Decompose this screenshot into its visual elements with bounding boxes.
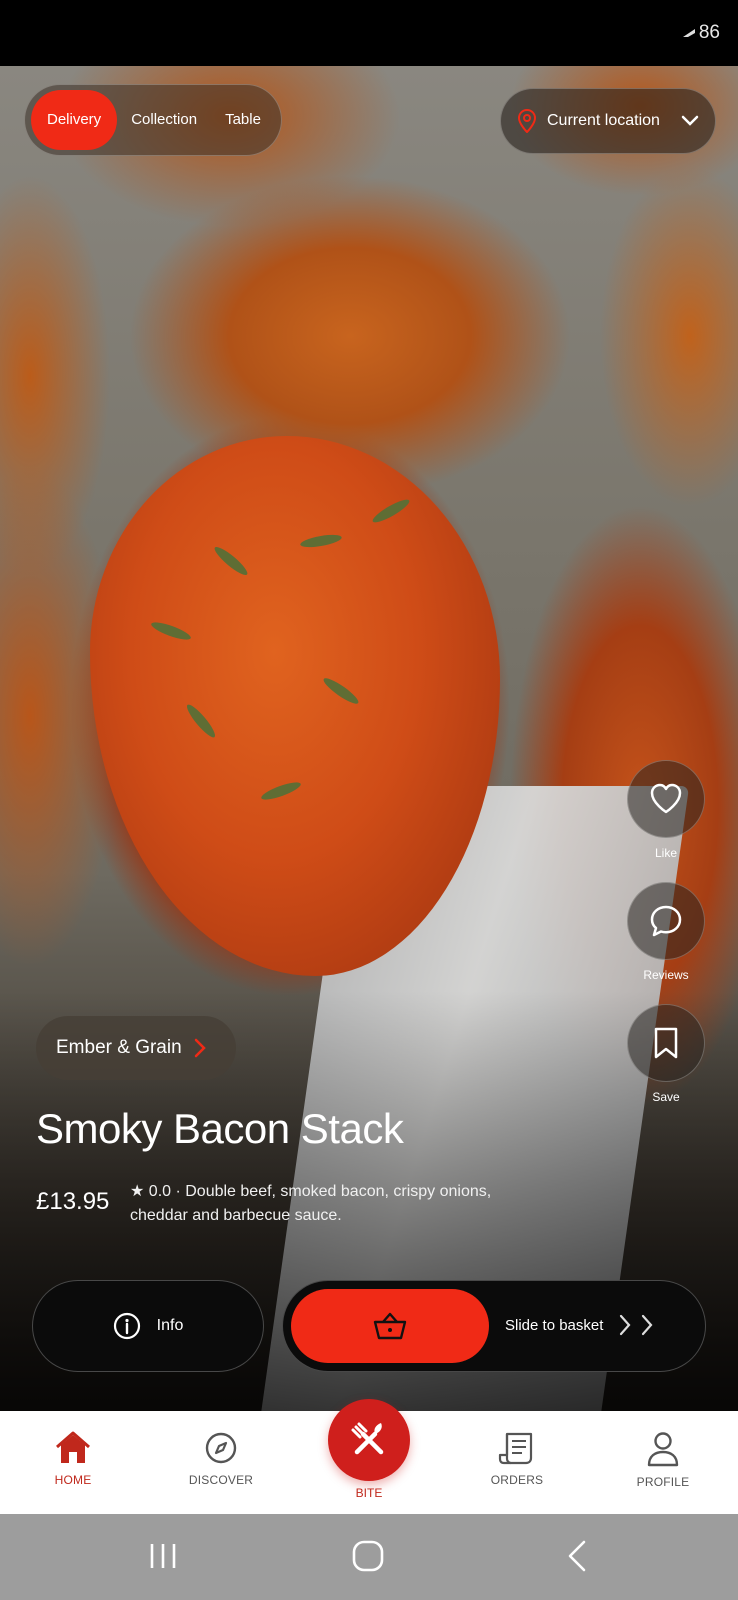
like-label: Like xyxy=(654,846,677,860)
chevron-right-icon xyxy=(619,1314,631,1336)
back-icon[interactable] xyxy=(564,1536,590,1576)
nav-home[interactable]: HOME xyxy=(18,1431,128,1487)
dish-price: £13.95 xyxy=(36,1188,110,1215)
fork-knife-icon xyxy=(351,1422,384,1455)
dish-title: Smoky Bacon Stack xyxy=(36,1105,404,1152)
info-label: Info xyxy=(156,1317,184,1334)
chicken-graphic xyxy=(90,436,500,976)
save-label: Save xyxy=(652,1090,680,1104)
nav-orders[interactable]: ORDERS xyxy=(462,1431,572,1487)
status-bar: 86 xyxy=(0,0,738,66)
location-label: Current location xyxy=(547,112,660,129)
user-icon xyxy=(647,1432,679,1467)
basket-icon xyxy=(373,1312,407,1340)
restaurant-name: Ember & Grain xyxy=(56,1037,182,1058)
reviews-circle[interactable] xyxy=(627,882,705,960)
info-icon xyxy=(113,1312,140,1340)
location-pin-icon xyxy=(517,109,537,133)
basket-slider-knob[interactable] xyxy=(291,1289,489,1363)
bookmark-icon xyxy=(654,1027,678,1059)
system-navigation-bar xyxy=(0,1514,738,1600)
mode-table[interactable]: Table xyxy=(211,90,275,150)
bite-button[interactable] xyxy=(328,1399,410,1481)
slide-to-basket[interactable]: Slide to basket xyxy=(282,1280,706,1372)
reviews-label: Reviews xyxy=(643,968,689,982)
nav-orders-label: ORDERS xyxy=(490,1473,544,1487)
chevron-right-icon xyxy=(194,1038,206,1058)
battery-icon xyxy=(682,29,695,37)
location-selector[interactable]: Current location xyxy=(500,88,716,154)
info-button[interactable]: Info xyxy=(32,1280,264,1372)
side-actions: Like Reviews Save xyxy=(626,760,706,1126)
home-icon xyxy=(56,1431,90,1463)
restaurant-link[interactable]: Ember & Grain xyxy=(36,1016,236,1080)
battery-indicator: 86 xyxy=(682,22,720,44)
bite-label: BITE xyxy=(355,1486,383,1500)
chat-icon xyxy=(650,905,682,937)
nav-discover[interactable]: DISCOVER xyxy=(166,1431,276,1487)
chevron-down-icon xyxy=(681,115,699,126)
home-circle-icon[interactable] xyxy=(350,1536,386,1576)
slide-to-basket-label: Slide to basket xyxy=(505,1317,604,1334)
nav-profile-label: PROFILE xyxy=(636,1475,690,1489)
nav-home-label: HOME xyxy=(54,1473,92,1487)
like-circle[interactable] xyxy=(627,760,705,838)
compass-icon xyxy=(205,1432,237,1464)
heart-icon xyxy=(650,783,682,814)
mode-collection[interactable]: Collection xyxy=(117,90,211,150)
nav-discover-label: DISCOVER xyxy=(188,1473,254,1487)
save-button[interactable]: Save xyxy=(626,1004,706,1104)
dish-description: ★ 0.0 · Double beef, smoked bacon, crisp… xyxy=(130,1183,492,1224)
save-circle[interactable] xyxy=(627,1004,705,1082)
slider-chevrons xyxy=(619,1314,653,1336)
order-mode-toggle: Delivery Collection Table xyxy=(24,84,282,156)
battery-level: 86 xyxy=(698,22,720,43)
nav-profile[interactable]: PROFILE xyxy=(608,1431,718,1489)
reviews-button[interactable]: Reviews xyxy=(626,882,706,982)
recents-icon[interactable] xyxy=(148,1536,178,1576)
receipt-icon xyxy=(498,1432,533,1465)
like-button[interactable]: Like xyxy=(626,760,706,860)
mode-delivery[interactable]: Delivery xyxy=(31,90,118,150)
chevron-right-icon xyxy=(641,1314,653,1336)
